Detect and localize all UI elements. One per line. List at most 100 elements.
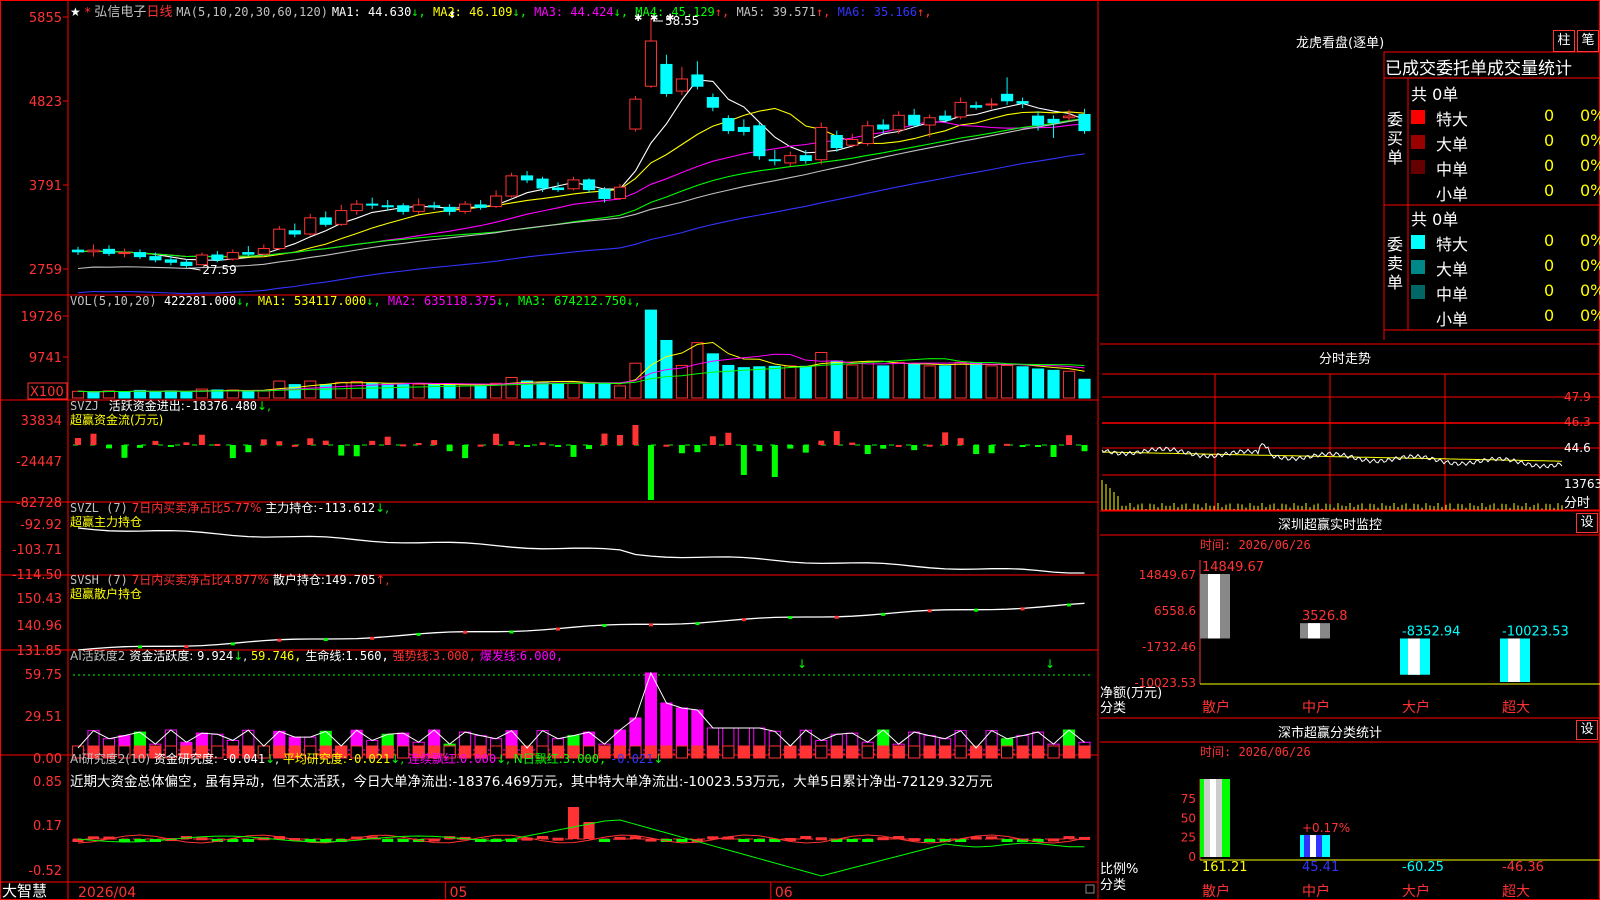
svzj-bar <box>601 433 608 445</box>
sz-category-tick-label: 0 <box>1188 850 1196 864</box>
svzl-arrow: ↓, <box>375 501 389 515</box>
activity-base <box>877 745 890 759</box>
svzl-value: -113.612 <box>317 501 376 515</box>
ai2-l3: 连续飘红: <box>407 752 460 766</box>
research-bar <box>1063 836 1075 840</box>
svzj-bar <box>833 431 840 445</box>
activity-line <box>77 671 1085 749</box>
order-percent: 0% <box>1580 131 1600 150</box>
candle-body <box>815 126 828 161</box>
research-bar <box>87 836 100 840</box>
research-line <box>77 819 1085 877</box>
order-count: 0 <box>1544 106 1555 125</box>
activity-base <box>923 745 936 759</box>
indicator-arrow-0: ↓, <box>366 294 381 308</box>
activity-base <box>737 745 750 759</box>
sz-category-settings-button[interactable]: 设 <box>1576 720 1598 740</box>
svzj-bar <box>570 445 577 457</box>
svzl-tick-label: -92.92 <box>20 518 62 533</box>
indicator-value-5: MA6: 35.166 <box>830 5 918 19</box>
stock-name[interactable]: 弘信电子 <box>94 5 146 20</box>
svzj-bar <box>1035 445 1042 447</box>
sz-monitor-settings-button[interactable]: 设 <box>1576 513 1598 533</box>
volume-bar <box>381 383 394 399</box>
svzj-bar <box>477 444 484 447</box>
order-side-label: 委买单 <box>1387 110 1404 167</box>
favorite-icon[interactable]: ★ <box>70 5 81 19</box>
volume-bar <box>443 384 456 399</box>
volume-bar <box>1001 364 1014 399</box>
research-bar <box>738 839 750 842</box>
candle-body <box>536 178 549 189</box>
svzj-bar <box>353 445 360 457</box>
candle-body <box>304 217 317 235</box>
ai-activity-header: AI活跃度2 资金活跃度: 9.924↓, 59.746, 生命线:1.560,… <box>70 649 564 663</box>
retail-marker <box>834 615 839 619</box>
order-percent: 0% <box>1580 156 1600 175</box>
indicator-value-1: MA2: 635118.375 <box>380 294 497 308</box>
candle-body <box>273 228 286 250</box>
indicator-value-3: MA4: 45.129 <box>628 5 715 19</box>
price-tick-label: 2759 <box>29 263 62 278</box>
activity-base <box>985 745 998 759</box>
svzj-arrow: ↓, <box>257 399 271 413</box>
research-bar <box>846 839 858 842</box>
sz-category-time: 时间: 2026/06/26 <box>1200 745 1311 759</box>
candle-body <box>846 139 859 146</box>
candle-body <box>350 203 363 212</box>
svzj-bar <box>678 445 685 454</box>
ai2-tick-label: -0.52 <box>28 864 62 879</box>
ai-research-header: AI研究度2(10) 资金研究度: -0.041↓, 平均研究度:-0.021↓… <box>70 752 664 766</box>
activity-base <box>939 745 952 759</box>
indicator-arrow-3: ↑, <box>714 5 730 19</box>
ai1-value: 9.924 <box>197 649 234 663</box>
ai1-tick-label: 29.51 <box>25 710 62 725</box>
svzj-bar <box>849 442 856 445</box>
candle-body <box>1001 93 1014 102</box>
sz-category-category: 超大 <box>1502 884 1530 900</box>
candle-body <box>335 210 348 225</box>
activity-base <box>892 745 905 759</box>
signal-arrow: ↓ <box>797 657 807 671</box>
volume-bar <box>970 362 983 399</box>
sz-monitor-bar-highlight <box>1208 574 1220 639</box>
signal-arrow: ↓ <box>1045 657 1055 671</box>
svzj-bar <box>508 441 515 445</box>
order-stat-tabs[interactable]: 已成交委托单成交量统计 <box>1385 54 1572 79</box>
main-position-line <box>77 527 1085 574</box>
research-bar <box>614 836 626 840</box>
sz-category-tick-label: 75 <box>1181 792 1196 806</box>
bar-mode-button[interactable]: 柱 <box>1553 30 1575 52</box>
ai1-v4: 3.000, <box>432 649 476 663</box>
ai1-v5: 6.000, <box>519 649 564 663</box>
volume-bar <box>536 381 549 399</box>
ai2-v4: 3.000, <box>562 752 607 766</box>
candle-body <box>939 115 952 121</box>
research-bar <box>598 839 611 842</box>
tick-mode-button[interactable]: 笔 <box>1577 30 1599 52</box>
svzj-bar <box>1004 443 1011 446</box>
svzl-tick-label: -114.50 <box>12 568 62 583</box>
ma-line <box>77 118 1085 258</box>
retail-marker <box>509 630 514 634</box>
svzj-bar <box>880 445 887 449</box>
research-bar <box>196 837 208 841</box>
svzj-bar <box>957 438 964 445</box>
brand-logo[interactable]: 大智慧 <box>2 880 47 900</box>
retail-marker <box>695 622 700 626</box>
candle-body <box>768 159 781 162</box>
retail-marker <box>416 632 421 636</box>
svsh-text: 7日内买卖净占比4.877% <box>131 573 270 587</box>
svzj-tick-label: -82728 <box>16 496 62 511</box>
sz-monitor-bar-label: 3526.8 <box>1302 609 1348 624</box>
price-header: ★ * 弘信电子日线 MA(5,10,20,30,60,120) MA1: 44… <box>70 1 932 20</box>
indicator-arrow-1: ↓, <box>496 294 511 308</box>
intraday-y3: 44.6 <box>1564 441 1591 455</box>
period-label[interactable]: 日线 <box>146 5 172 20</box>
volume-bar <box>598 382 611 399</box>
volume-bar <box>722 364 735 399</box>
activity-base <box>1031 745 1045 759</box>
volume-bar <box>1078 378 1091 399</box>
svzj-bar <box>647 445 654 500</box>
candle-body <box>87 249 100 253</box>
